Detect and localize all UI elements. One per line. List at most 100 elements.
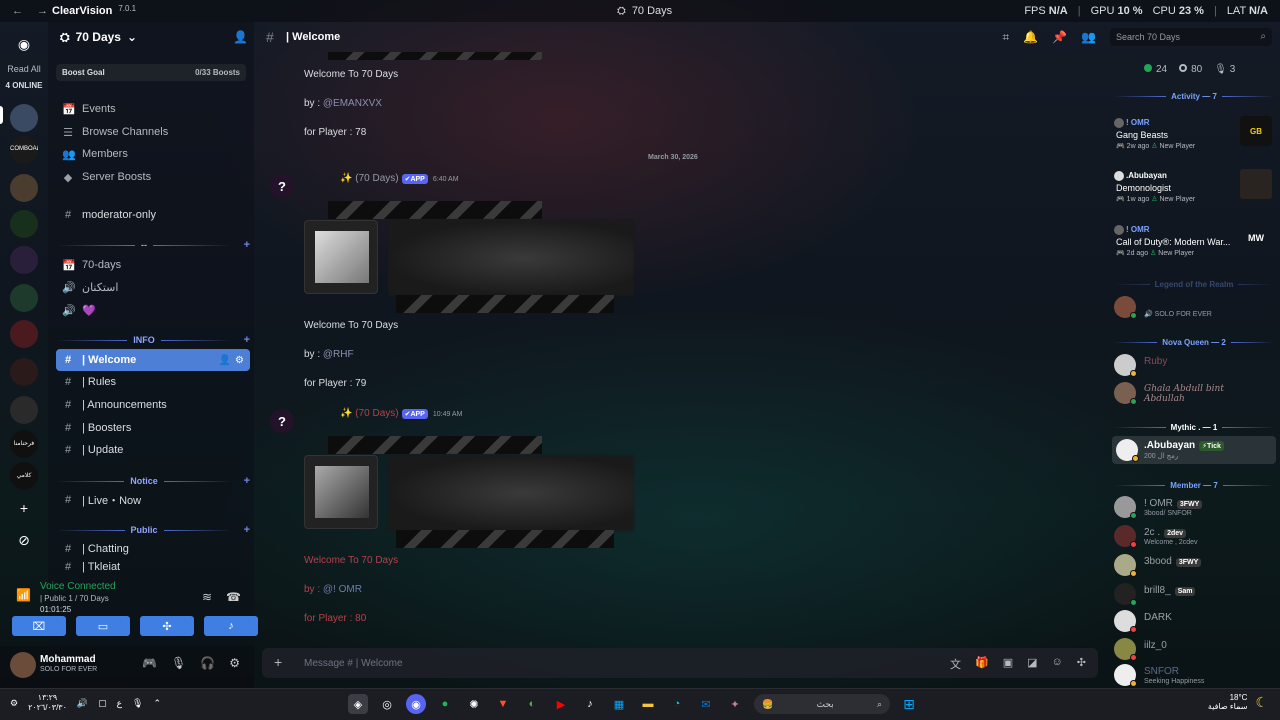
server-folder-icon[interactable] <box>10 320 38 348</box>
copilot-icon[interactable]: ✦ <box>725 694 745 714</box>
app-icon-clearvision[interactable]: ◈ <box>348 694 368 714</box>
voice-channel[interactable]: 🔊 استكنان <box>56 276 250 298</box>
username[interactable]: Mohammad <box>40 654 96 665</box>
explore-icon[interactable]: ⊘ <box>14 530 34 550</box>
back-arrow-icon[interactable]: ← <box>12 5 23 17</box>
category-header[interactable]: Public + <box>56 523 250 537</box>
clock[interactable]: ١٣:٢٩ ٢٠٢٦/٠٣/٣٠ <box>28 693 67 713</box>
activity-card[interactable]: ! OMR Call of Duty®: Modern War... 🎮 2d … <box>1114 223 1276 271</box>
app-icon[interactable]: ✺ <box>464 694 484 714</box>
signal-icon[interactable]: 📶 <box>16 588 31 602</box>
server-icon[interactable]: كلامي <box>10 462 38 490</box>
server-folder-icon[interactable] <box>10 174 38 202</box>
edge-icon[interactable]: ◔ <box>667 694 687 714</box>
store-icon[interactable]: ▦ <box>609 694 629 714</box>
member-item[interactable]: Ghala Abdull bint Abdullah <box>1114 382 1276 405</box>
youtube-icon[interactable]: ▶ <box>551 694 571 714</box>
threads-icon[interactable]: ⌗ <box>1002 30 1009 45</box>
server-icon[interactable]: فرحنامنا <box>10 430 38 458</box>
channel-rules[interactable]: # | Rules <box>56 371 250 393</box>
add-channel-icon[interactable]: + <box>238 239 250 251</box>
member-item[interactable]: ! OMR 3FWY 3bood/ SNFOR <box>1114 496 1276 519</box>
avatar[interactable]: ? <box>270 174 294 198</box>
spotify-icon[interactable]: ● <box>435 694 455 714</box>
channel-announcements[interactable]: # | Announcements <box>56 394 250 416</box>
member-item[interactable]: brill8_ Sam <box>1114 583 1276 606</box>
search-input[interactable]: Search 70 Days ⌕ <box>1110 28 1272 46</box>
message-author[interactable]: ✨ (70 Days) ✔APP 6:40 AM <box>340 173 459 184</box>
user-mention[interactable]: @RHF <box>323 349 354 360</box>
bell-icon[interactable]: 🔔 <box>1023 30 1038 45</box>
server-folder-icon[interactable] <box>10 284 38 312</box>
attach-plus-icon[interactable]: + <box>274 654 282 670</box>
channel-tkleiat[interactable]: # | Tkleiat <box>56 560 250 574</box>
message-author[interactable]: ✨ (70 Days) ✔APP 10:49 AM <box>340 408 462 419</box>
steam-icon[interactable]: ◎ <box>377 694 397 714</box>
channel-update[interactable]: # | Update <box>56 439 250 461</box>
activity-card[interactable]: ! OMR Gang Beasts 🎮 2w ago ♙ New Player … <box>1114 116 1276 164</box>
channel-welcome[interactable]: # | Welcome 👤 ⚙ <box>56 349 250 371</box>
user-mention[interactable]: @! OMR <box>323 584 362 595</box>
emoji-icon[interactable]: ☺ <box>1052 656 1063 672</box>
avatar[interactable]: ? <box>270 409 294 433</box>
read-all-button[interactable]: Read All <box>0 64 48 74</box>
add-channel-icon[interactable]: + <box>238 475 250 487</box>
channel-boosters[interactable]: # | Boosters <box>56 417 250 439</box>
disconnect-icon[interactable]: ☎ <box>226 590 241 604</box>
language-icon[interactable]: ع <box>117 698 122 709</box>
server-header[interactable]: ⛭ 70 Days ⌄ 👤 <box>48 22 254 52</box>
category-header[interactable]: INFO + <box>56 333 250 347</box>
user-mention[interactable]: @EMANXVX <box>323 98 382 109</box>
add-channel-icon[interactable]: + <box>238 524 250 536</box>
members-icon[interactable]: 👥 <box>1081 30 1096 45</box>
activities-button[interactable]: ✣ <box>140 616 194 636</box>
settings-icon[interactable]: ⚙ <box>10 698 18 709</box>
category-header[interactable]: Notice + <box>56 474 250 488</box>
avatar[interactable] <box>10 652 36 678</box>
screen-share-button[interactable]: ▭ <box>76 616 130 636</box>
boost-goal-bar[interactable]: Boost Goal 0/33 Boosts <box>56 64 246 81</box>
server-icon[interactable]: COMBOALOM <box>10 136 38 164</box>
sticker-icon[interactable]: ◪ <box>1027 656 1037 672</box>
channel-live-now[interactable]: # | Live・Now <box>56 489 250 511</box>
server-folder-icon[interactable] <box>10 246 38 274</box>
gamepad-icon[interactable]: 🎮 <box>142 656 157 670</box>
mic-icon[interactable]: 🎙 <box>132 698 143 709</box>
embed-image[interactable] <box>388 455 634 531</box>
server-icon-70-days[interactable] <box>10 104 38 132</box>
discord-home-icon[interactable]: ◉ <box>11 34 37 54</box>
brave-icon[interactable]: ▼ <box>493 694 513 714</box>
apps-icon[interactable]: ✣ <box>1077 656 1086 672</box>
member-item[interactable]: DARK <box>1114 610 1276 633</box>
voice-channel[interactable]: 🔊 💜 <box>56 299 250 321</box>
member-item[interactable]: 3bood 3FWY <box>1114 554 1276 577</box>
activity-card[interactable]: .Abubayan Demonologist 🎮 1w ago ♙ New Pl… <box>1114 169 1276 217</box>
camera-button[interactable]: ⌧ <box>12 616 66 636</box>
member-item[interactable]: 🔊 SOLO FOR EVER <box>1114 296 1276 319</box>
file-explorer-icon[interactable]: ▬ <box>638 694 658 714</box>
invite-icon[interactable]: 👤 <box>233 30 248 44</box>
sidebar-item-browse-channels[interactable]: ☰ Browse Channels <box>56 121 250 143</box>
embed-image[interactable] <box>388 220 634 296</box>
message-composer[interactable]: + Message # | Welcome 文 🎁 ▣ ◪ ☺ ✣ <box>262 648 1098 678</box>
discord-icon[interactable]: ◉ <box>406 694 426 714</box>
voice-channel-name[interactable]: | Public 1 / 70 Days <box>40 594 109 603</box>
weather-widget[interactable]: 18°C سماء صافية ☾ <box>1208 693 1268 711</box>
gift-icon[interactable]: 🎁 <box>975 656 989 672</box>
channel-moderator-only[interactable]: # moderator-only <box>56 204 250 226</box>
gif-icon[interactable]: ▣ <box>1003 656 1013 672</box>
sidebar-item-events[interactable]: 📅 Events <box>56 98 250 120</box>
mic-icon[interactable]: 🎙 <box>171 656 186 670</box>
member-item[interactable]: Ruby <box>1114 354 1276 377</box>
member-item[interactable]: 2c . 2dev Welcome , 2cdev <box>1114 525 1276 548</box>
outlook-icon[interactable]: ✉ <box>696 694 716 714</box>
embed-thumbnail[interactable] <box>304 220 378 294</box>
embed-thumbnail[interactable] <box>304 455 378 529</box>
gear-icon[interactable]: ⚙ <box>235 355 244 366</box>
member-item-selected[interactable]: .Abubayan ⚡Tick رمج ال 200 <box>1112 436 1276 464</box>
add-channel-icon[interactable]: + <box>238 334 250 346</box>
chrome-icon[interactable]: ◐ <box>522 694 542 714</box>
noise-suppression-icon[interactable]: ≋ <box>202 590 212 604</box>
pin-icon[interactable]: 📌 <box>1052 30 1067 45</box>
taskbar-search[interactable]: 🍔 بحث ⌕ <box>754 694 890 714</box>
